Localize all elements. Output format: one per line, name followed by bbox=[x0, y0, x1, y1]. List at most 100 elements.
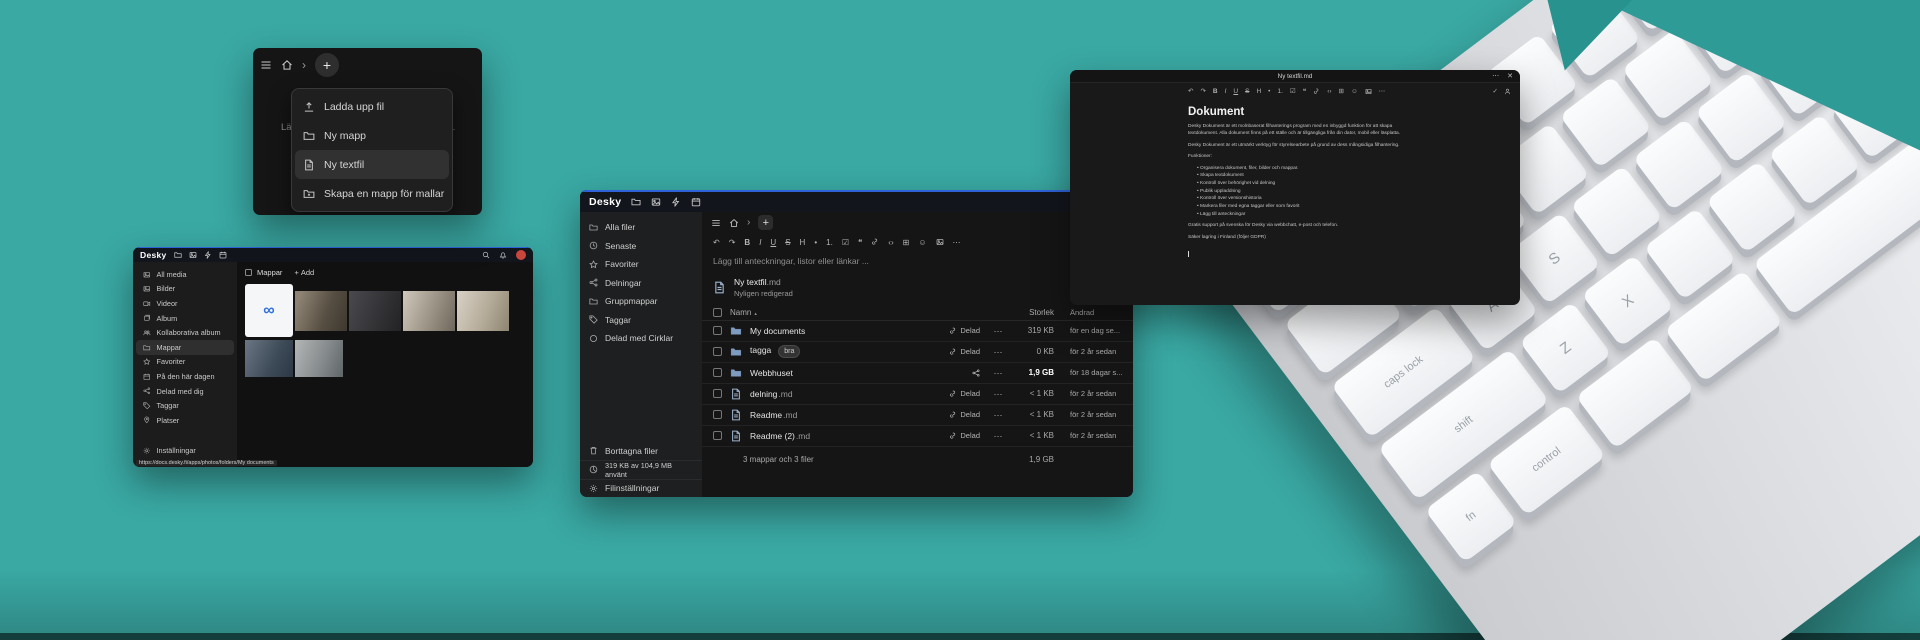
table-row-webbhuset[interactable]: Webbhuset ··· 1,9 GB för 18 dagar s... bbox=[702, 363, 1133, 384]
column-name[interactable]: Namn▴ bbox=[730, 308, 920, 317]
shared-status[interactable]: Delad bbox=[928, 431, 980, 440]
notifications-bell-icon[interactable] bbox=[499, 251, 507, 259]
menu-item-ny-mapp[interactable]: Ny mapp bbox=[295, 121, 449, 150]
sidebar-item-alla-filer[interactable]: Alla filer bbox=[580, 218, 702, 237]
column-size[interactable]: Storlek bbox=[1016, 308, 1054, 317]
row-actions-icon[interactable]: ··· bbox=[988, 347, 1008, 357]
sidebar-item-pa-den-har-dagen[interactable]: På den här dagen bbox=[136, 369, 234, 384]
row-actions-icon[interactable]: ··· bbox=[988, 326, 1008, 336]
emoji-icon[interactable]: ☺ bbox=[1351, 88, 1358, 95]
sidebar-item-senaste[interactable]: Senaste bbox=[580, 237, 702, 256]
add-button[interactable]: +Add bbox=[294, 268, 314, 277]
photo-thumbnail[interactable] bbox=[295, 291, 347, 331]
home-icon[interactable] bbox=[281, 59, 293, 71]
underline-icon[interactable]: U bbox=[770, 238, 776, 247]
photo-thumbnail[interactable] bbox=[403, 291, 455, 331]
menu-item-ny-textfil[interactable]: Ny textfil bbox=[295, 150, 449, 179]
files-app-icon[interactable] bbox=[631, 197, 641, 207]
bold-icon[interactable]: B bbox=[744, 238, 750, 247]
shared-status[interactable]: Delad bbox=[928, 326, 980, 335]
sidebar-item-gruppmappar[interactable]: Gruppmappar bbox=[580, 292, 702, 311]
editor-content[interactable]: Dokument Desky Dokument är ett molnbaser… bbox=[1070, 99, 1520, 263]
redo-icon[interactable]: ↷ bbox=[1200, 87, 1205, 95]
strikethrough-icon[interactable]: S bbox=[1245, 88, 1249, 95]
undo-icon[interactable]: ↶ bbox=[713, 238, 720, 247]
sidebar-item-favoriter[interactable]: Favoriter bbox=[580, 255, 702, 274]
photo-thumbnail[interactable] bbox=[349, 291, 401, 331]
row-actions-icon[interactable]: ··· bbox=[988, 410, 1008, 420]
photo-thumbnail[interactable] bbox=[245, 340, 293, 377]
emoji-icon[interactable]: ☺ bbox=[918, 238, 926, 247]
photos-app-icon[interactable] bbox=[651, 197, 661, 207]
menu-item-skapa-mapp-for-mallar[interactable]: Skapa en mapp för mallar bbox=[295, 179, 449, 208]
row-actions-icon[interactable]: ··· bbox=[988, 389, 1008, 399]
row-actions-icon[interactable]: ··· bbox=[988, 431, 1008, 441]
sidebar-toggle-icon[interactable] bbox=[260, 59, 272, 71]
link-icon[interactable] bbox=[871, 238, 879, 246]
shared-status[interactable]: Delad bbox=[928, 389, 980, 398]
select-icon[interactable] bbox=[245, 269, 252, 276]
quote-icon[interactable]: ❝ bbox=[1303, 87, 1307, 95]
menu-item-ladda-upp-fil[interactable]: Ladda upp fil bbox=[295, 92, 449, 121]
numbered-list-icon[interactable]: 1. bbox=[826, 238, 833, 247]
select-all-checkbox[interactable] bbox=[713, 308, 722, 317]
table-icon[interactable]: ⊞ bbox=[1339, 87, 1344, 95]
strikethrough-icon[interactable]: S bbox=[785, 238, 790, 247]
column-modified[interactable]: Ändrad bbox=[1062, 308, 1122, 317]
photo-thumbnail[interactable] bbox=[457, 291, 509, 331]
row-checkbox[interactable] bbox=[713, 326, 722, 335]
table-row-delning-md[interactable]: delning.md Delad ··· < 1 KB för 2 år sed… bbox=[702, 384, 1133, 405]
recent-file[interactable]: Ny textfil.md Nyligen redigerad bbox=[702, 268, 1133, 305]
numbered-list-icon[interactable]: 1. bbox=[1277, 88, 1282, 95]
calendar-app-icon[interactable] bbox=[219, 251, 227, 259]
sidebar-item-delningar[interactable]: Delningar bbox=[580, 274, 702, 293]
check-list-icon[interactable]: ☑ bbox=[1290, 87, 1296, 95]
sidebar-item-filinstallningar[interactable]: Filinställningar bbox=[580, 479, 702, 498]
underline-icon[interactable]: U bbox=[1233, 88, 1238, 95]
sidebar-item-delad-med-cirklar[interactable]: Delad med Cirklar bbox=[580, 329, 702, 348]
check-icon[interactable]: ✓ bbox=[1493, 87, 1498, 95]
new-item-button[interactable]: + bbox=[758, 215, 773, 230]
photo-thumbnail[interactable] bbox=[295, 340, 343, 377]
link-icon[interactable] bbox=[1313, 88, 1320, 95]
shared-status[interactable]: Delad bbox=[928, 347, 980, 356]
row-checkbox[interactable] bbox=[713, 389, 722, 398]
more-icon[interactable]: ⋯ bbox=[1492, 72, 1499, 80]
shared-status[interactable] bbox=[928, 369, 980, 377]
table-icon[interactable]: ⊞ bbox=[903, 238, 910, 247]
calendar-app-icon[interactable] bbox=[691, 197, 701, 207]
italic-icon[interactable]: I bbox=[1225, 88, 1227, 95]
new-item-button[interactable]: + bbox=[315, 53, 339, 77]
sidebar-item-kollaborativa-album[interactable]: Kollaborativa album bbox=[136, 325, 234, 340]
close-icon[interactable]: ✕ bbox=[1507, 72, 1513, 80]
avatar[interactable] bbox=[516, 250, 526, 260]
more-icon[interactable]: ⋯ bbox=[1379, 87, 1386, 95]
search-icon[interactable] bbox=[482, 251, 490, 259]
sidebar-toggle-icon[interactable] bbox=[711, 218, 721, 228]
check-list-icon[interactable]: ☑ bbox=[842, 238, 849, 247]
redo-icon[interactable]: ↷ bbox=[729, 238, 736, 247]
sidebar-item-mappar[interactable]: Mappar bbox=[136, 340, 234, 355]
row-checkbox[interactable] bbox=[713, 347, 722, 356]
folder-card-desky[interactable]: ∞ bbox=[245, 284, 293, 337]
sidebar-item-bilder[interactable]: Bilder bbox=[136, 282, 234, 297]
sidebar-item-platser[interactable]: Platser bbox=[136, 413, 234, 428]
shared-status[interactable]: Delad bbox=[928, 410, 980, 419]
bullet-list-icon[interactable]: • bbox=[814, 238, 817, 247]
tag-badge[interactable]: bra bbox=[778, 345, 800, 358]
collaborators-icon[interactable] bbox=[1504, 88, 1511, 95]
sidebar-item-taggar[interactable]: Taggar bbox=[580, 311, 702, 330]
code-icon[interactable]: ‹› bbox=[1327, 88, 1331, 95]
more-icon[interactable]: ⋯ bbox=[953, 238, 961, 247]
files-app-icon[interactable] bbox=[174, 251, 182, 259]
row-checkbox[interactable] bbox=[713, 368, 722, 377]
code-icon[interactable]: ‹› bbox=[888, 238, 893, 247]
row-actions-icon[interactable]: ··· bbox=[988, 368, 1008, 378]
table-row-my-documents[interactable]: My documents Delad ··· 319 KB för en dag… bbox=[702, 321, 1133, 342]
sidebar-item-taggar[interactable]: Taggar bbox=[136, 398, 234, 413]
activity-app-icon[interactable] bbox=[204, 251, 212, 259]
table-row-tagga[interactable]: taggabra Delad ··· 0 KB för 2 år sedan bbox=[702, 342, 1133, 363]
home-icon[interactable] bbox=[729, 218, 739, 228]
insert-image-icon[interactable] bbox=[936, 238, 944, 246]
row-checkbox[interactable] bbox=[713, 410, 722, 419]
